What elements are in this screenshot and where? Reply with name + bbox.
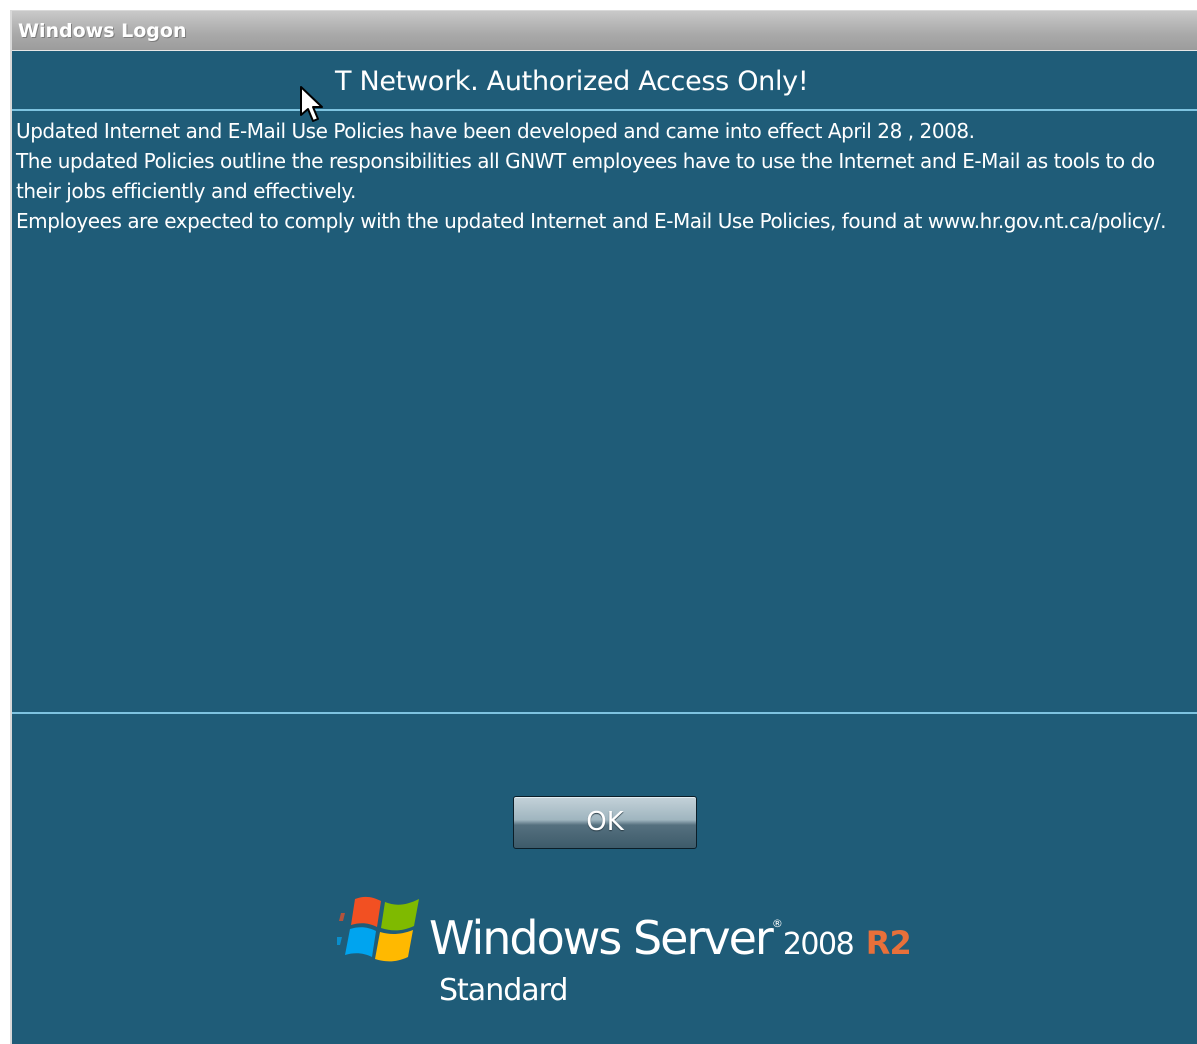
brand-release: R2 <box>865 924 912 962</box>
brand-edition: Standard <box>439 973 568 1008</box>
ok-button[interactable]: OK <box>513 796 697 849</box>
message-line: The updated Policies outline the respons… <box>16 149 1161 203</box>
window-title: Windows Logon <box>18 20 187 42</box>
divider-bottom <box>12 712 1197 714</box>
message-line: Employees are expected to comply with th… <box>16 209 1167 233</box>
brand-version: 2008 <box>782 927 855 962</box>
trademark-mark: ® <box>771 917 783 930</box>
mouse-pointer-icon <box>300 86 323 122</box>
policy-message: Updated Internet and E-Mail Use Policies… <box>16 116 1186 236</box>
title-bar: Windows Logon <box>12 11 1197 51</box>
brand-product: Windows Server®2008 R2 <box>429 911 912 965</box>
brand-product-name: Windows Server <box>429 911 774 965</box>
logon-window: Windows Logon T Network. Authorized Acce… <box>10 10 1197 1044</box>
windows-flag-icon <box>337 896 419 962</box>
windows-server-logo: Windows Server®2008 R2 Standard <box>337 891 912 1011</box>
divider-top <box>12 109 1197 111</box>
banner-heading: T Network. Authorized Access Only! <box>335 66 809 97</box>
message-line: Updated Internet and E-Mail Use Policies… <box>16 119 975 143</box>
